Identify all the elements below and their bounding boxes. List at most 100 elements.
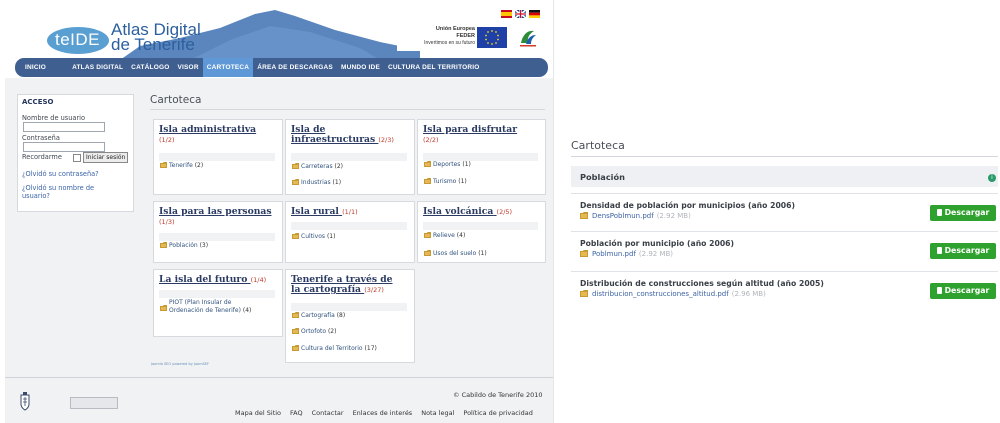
german-flag-icon[interactable] bbox=[529, 10, 540, 18]
government-logo-icon bbox=[520, 30, 536, 47]
category-item[interactable]: Industrias (1) bbox=[292, 178, 341, 187]
file-size: (2.92 MB) bbox=[656, 212, 691, 220]
nav-mundo-ide[interactable]: MUNDO IDE bbox=[337, 58, 384, 77]
eu-flag-icon bbox=[477, 27, 507, 48]
category-item[interactable]: Cultivos (1) bbox=[292, 232, 335, 241]
spanish-flag-icon[interactable] bbox=[501, 10, 512, 18]
site-header: teIDE Atlas Digital de Tenerife Unión Eu… bbox=[5, 0, 553, 78]
footer-link-legal[interactable]: Nota legal bbox=[421, 409, 454, 417]
category-count: (2/3) bbox=[378, 136, 394, 144]
folder-icon bbox=[292, 312, 299, 318]
category-title[interactable]: Isla administrativa (1/2) bbox=[159, 125, 256, 145]
folder-icon bbox=[160, 162, 167, 168]
username-label: Nombre de usuario bbox=[22, 114, 86, 122]
category-item[interactable]: Turismo (1) bbox=[424, 177, 467, 186]
category-item[interactable]: Usos del suelo (1) bbox=[424, 249, 487, 258]
page-title: Cartoteca bbox=[150, 94, 202, 106]
category-item[interactable]: Carreteras (2) bbox=[292, 162, 343, 171]
eu-title: Unión Europea bbox=[435, 26, 475, 32]
password-input[interactable] bbox=[23, 142, 105, 152]
download-button[interactable]: Descargar bbox=[930, 283, 996, 299]
nav-inicio[interactable]: INICIO bbox=[15, 58, 68, 77]
category-count: (1/1) bbox=[342, 208, 358, 216]
site-title-line2: de Tenerife bbox=[111, 35, 195, 54]
title-divider bbox=[150, 109, 545, 110]
panel-title: Cartoteca bbox=[571, 139, 625, 152]
download-icon bbox=[936, 287, 942, 294]
category-count: (1/4) bbox=[250, 276, 267, 284]
nav-area-descargas[interactable]: ÁREA DE DESCARGAS bbox=[253, 58, 337, 77]
forgot-username-link[interactable]: ¿Olvidó su nombre de usuario? bbox=[22, 184, 117, 200]
username-input[interactable] bbox=[23, 122, 105, 132]
category-item[interactable]: Relieve (4) bbox=[424, 231, 465, 240]
category-card: La isla del futuro (1/4) PIOT (Plan Insu… bbox=[153, 269, 283, 337]
category-count: (2/2) bbox=[423, 136, 439, 144]
footer-links: Mapa del Sitio FAQ Contactar Enlaces de … bbox=[235, 409, 533, 417]
folder-icon bbox=[424, 250, 431, 256]
footer-partner-badge[interactable] bbox=[70, 397, 118, 409]
category-title[interactable]: Tenerife a través de la cartografía (3/27… bbox=[291, 275, 393, 295]
category-item[interactable]: Tenerife (2) bbox=[160, 161, 203, 170]
footer-link-links[interactable]: Enlaces de interés bbox=[353, 409, 413, 417]
nav-catalogo[interactable]: CATÁLOGO bbox=[127, 58, 173, 77]
footer-link-faq[interactable]: FAQ bbox=[290, 409, 303, 417]
file-link[interactable]: Poblmun.pdf (2.92 MB) bbox=[580, 249, 673, 258]
remember-label: Recordarme bbox=[22, 153, 62, 161]
category-title[interactable]: Isla rural (1/1) bbox=[291, 207, 358, 217]
copyright: © Cabildo de Tenerife 2010 bbox=[453, 391, 543, 399]
eu-motto: Invertimos en su futuro bbox=[424, 40, 475, 46]
folder-icon bbox=[580, 250, 588, 257]
folder-icon bbox=[292, 345, 299, 351]
category-card: Isla para disfrutar (2/2) Deportes (1) Tu… bbox=[417, 119, 546, 195]
item-divider bbox=[291, 153, 407, 161]
folder-icon bbox=[580, 290, 588, 297]
category-item[interactable]: PIOT (Plan Insular de Ordenación de Tener… bbox=[160, 299, 251, 315]
section-header: Población i bbox=[571, 166, 998, 187]
footer-divider bbox=[5, 377, 553, 378]
file-size: (2.92 MB) bbox=[638, 250, 674, 258]
login-button[interactable]: Iniciar sesión bbox=[83, 152, 129, 163]
download-row: Distribución de construcciones según alt… bbox=[571, 271, 998, 306]
item-divider bbox=[291, 222, 407, 230]
folder-icon bbox=[424, 161, 431, 167]
folder-icon bbox=[292, 179, 299, 185]
download-button[interactable]: Descargar bbox=[930, 205, 996, 221]
english-flag-icon[interactable] bbox=[515, 10, 526, 18]
cabildo-seal-icon bbox=[20, 392, 30, 411]
download-icon bbox=[936, 247, 942, 254]
category-count: (1/3) bbox=[159, 218, 175, 226]
category-title[interactable]: Isla de infraestructuras (2/3) bbox=[291, 125, 394, 145]
nav-cartoteca[interactable]: CARTOTECA bbox=[202, 58, 254, 77]
category-title[interactable]: La isla del futuro (1/4) bbox=[159, 275, 266, 285]
category-title[interactable]: Isla para disfrutar (2/2) bbox=[423, 125, 517, 145]
category-item[interactable]: Cultura del Territorio (17) bbox=[292, 344, 377, 353]
category-item[interactable]: Cartografía (8) bbox=[292, 311, 345, 320]
powered-by-link[interactable]: Joomla SEO powered by JoomSEF bbox=[151, 362, 209, 366]
folder-icon bbox=[424, 178, 431, 184]
info-icon[interactable]: i bbox=[988, 174, 996, 182]
forgot-password-link[interactable]: ¿Olvidó su contraseña? bbox=[22, 170, 99, 178]
nav-cultura-territorio[interactable]: CULTURA DEL TERRITORIO bbox=[384, 58, 484, 77]
download-button[interactable]: Descargar bbox=[930, 243, 996, 259]
nav-visor[interactable]: VISOR bbox=[173, 58, 202, 77]
category-item[interactable]: Ortofoto (2) bbox=[292, 327, 336, 336]
category-item[interactable]: Deportes (1) bbox=[424, 160, 471, 169]
category-count: (1/2) bbox=[159, 136, 175, 144]
category-title[interactable]: Isla para las personas (1/3) bbox=[159, 207, 272, 227]
folder-icon bbox=[292, 328, 299, 334]
footer-link-contact[interactable]: Contactar bbox=[312, 409, 344, 417]
footer-link-privacy[interactable]: Política de privacidad bbox=[463, 409, 533, 417]
category-title[interactable]: Isla volcánica (2/5) bbox=[423, 207, 512, 217]
site-title: Atlas Digital de Tenerife bbox=[111, 21, 201, 54]
item-divider bbox=[291, 303, 407, 311]
file-link[interactable]: distribucion_construcciones_altitud.pdf(… bbox=[580, 289, 766, 298]
eu-feder-banner: Unión Europea FEDER Invertimos en su fut… bbox=[397, 25, 549, 51]
category-item[interactable]: Población (3) bbox=[160, 241, 208, 250]
file-link[interactable]: DensPoblmun.pdf (2.92 MB) bbox=[580, 211, 691, 220]
nav-atlas-digital[interactable]: ATLAS DIGITAL bbox=[68, 58, 127, 77]
folder-icon bbox=[580, 212, 588, 219]
category-count: (2/5) bbox=[496, 208, 513, 216]
footer-link-sitemap[interactable]: Mapa del Sitio bbox=[235, 409, 281, 417]
remember-checkbox[interactable] bbox=[73, 154, 81, 162]
logo-tag[interactable]: teIDE bbox=[55, 30, 100, 50]
